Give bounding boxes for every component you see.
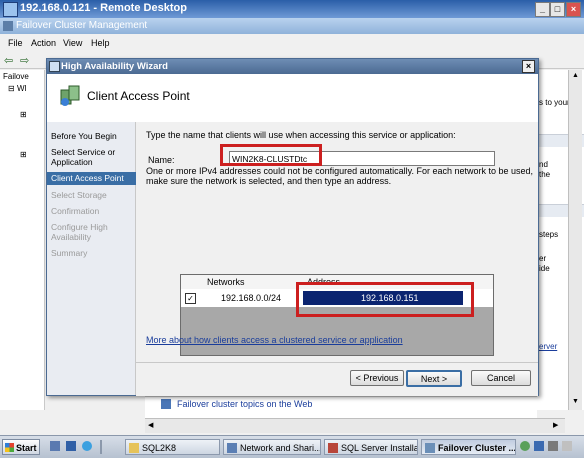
- tree-expand-icon[interactable]: ⊞: [20, 110, 27, 119]
- tray-network-icon[interactable]: [534, 441, 544, 451]
- vertical-scrollbar[interactable]: ▲ ▼: [568, 70, 582, 410]
- tree-root[interactable]: Failove: [3, 72, 29, 81]
- menu-bar: File Action View Help: [0, 36, 584, 50]
- right-pane-text: s to your: [539, 98, 570, 107]
- menu-action[interactable]: Action: [31, 38, 56, 48]
- previous-button[interactable]: < Previous: [350, 370, 404, 386]
- cluster-service-icon: [60, 85, 80, 106]
- menu-view[interactable]: View: [63, 38, 82, 48]
- remote-desktop-title: 192.168.0.121 - Remote Desktop: [20, 2, 187, 14]
- nav-configure-high-availability: Configure High Availability: [51, 222, 108, 242]
- tree-node-label: WI: [16, 84, 27, 93]
- taskbar: Start SQL2K8 Network and Shari... SQL Se…: [0, 435, 584, 458]
- failover-topics-link[interactable]: Failover cluster topics on the Web: [177, 399, 312, 409]
- close-button[interactable]: ×: [566, 2, 581, 17]
- address-highlight: [296, 282, 474, 317]
- folder-icon: [129, 443, 139, 453]
- task-failover-cluster[interactable]: Failover Cluster ...: [421, 439, 516, 455]
- wizard-header: Client Access Point: [47, 74, 538, 123]
- quicklaunch-console-icon[interactable]: [66, 441, 76, 451]
- tray-update-icon[interactable]: [520, 441, 530, 451]
- wizard-footer: < Previous Next > Cancel: [136, 362, 538, 396]
- tray-clock-area[interactable]: [562, 441, 572, 451]
- page-title: Client Access Point: [87, 89, 190, 103]
- tree-root-label: Failove: [3, 72, 29, 81]
- horizontal-scrollbar[interactable]: ◀ ▶: [145, 418, 565, 433]
- wizard-nav: Before You Begin Select Service or Appli…: [47, 122, 137, 395]
- network-checkbox[interactable]: ✓: [185, 293, 196, 304]
- nav-summary: Summary: [51, 248, 88, 258]
- task-sql2k8[interactable]: SQL2K8: [125, 439, 220, 455]
- tree-pane: Failove ⊟ WI ⊞ ⊞: [0, 70, 45, 410]
- remote-desktop-titlebar: 192.168.0.121 - Remote Desktop _ □ ×: [0, 0, 584, 18]
- tree-node[interactable]: ⊟ WI: [8, 84, 27, 93]
- wizard-title: High Availability Wizard: [61, 61, 168, 72]
- wizard-app-icon: [49, 61, 60, 72]
- fcm-app-icon: [3, 21, 13, 31]
- network-icon: [227, 443, 237, 453]
- right-pane-text: ide: [539, 264, 550, 273]
- wizard-close-button[interactable]: ×: [522, 60, 535, 73]
- quicklaunch-browser-icon[interactable]: [82, 441, 92, 451]
- task-label: SQL Server Installa...: [341, 443, 418, 453]
- nav-select-storage: Select Storage: [51, 190, 107, 200]
- menu-file[interactable]: File: [8, 38, 23, 48]
- remote-desktop-icon: [3, 2, 18, 17]
- help-topic-icon: [161, 399, 171, 409]
- right-pane-text: the: [539, 170, 551, 179]
- forward-icon[interactable]: ⇨: [20, 54, 29, 67]
- instruction-text: Type the name that clients will use when…: [146, 130, 456, 140]
- task-label: Network and Shari...: [240, 443, 321, 453]
- high-availability-wizard: High Availability Wizard × Client Access…: [46, 58, 539, 396]
- more-about-link[interactable]: More about how clients access a clustere…: [146, 335, 403, 345]
- quicklaunch-server-icon[interactable]: [50, 441, 60, 451]
- task-label: Failover Cluster ...: [438, 443, 516, 453]
- scroll-left-icon[interactable]: ◀: [148, 421, 153, 429]
- maximize-button[interactable]: □: [550, 2, 565, 17]
- sql-server-icon: [328, 443, 338, 453]
- name-label: Name:: [148, 155, 175, 165]
- menu-help[interactable]: Help: [91, 38, 110, 48]
- task-sql-server-install[interactable]: SQL Server Installa...: [324, 439, 418, 455]
- name-highlight: [220, 144, 322, 166]
- nav-before-you-begin[interactable]: Before You Begin: [51, 131, 135, 141]
- nav-select-service[interactable]: Select Service or Application: [51, 147, 135, 167]
- nav-confirmation: Confirmation: [51, 206, 100, 216]
- nav-client-access-point[interactable]: Client Access Point: [47, 172, 137, 185]
- right-pane-link[interactable]: erver: [539, 342, 557, 351]
- ipv4-note: One or more IPv4 addresses could not be …: [146, 166, 534, 186]
- tree-expand-icon[interactable]: ⊞: [20, 150, 27, 159]
- minimize-button[interactable]: _: [535, 2, 550, 17]
- task-network-sharing[interactable]: Network and Shari...: [223, 439, 321, 455]
- cluster-icon: [425, 443, 435, 453]
- taskbar-divider: [100, 440, 102, 454]
- wizard-titlebar: High Availability Wizard ×: [47, 59, 538, 74]
- wizard-content: Type the name that clients will use when…: [136, 122, 538, 362]
- start-button[interactable]: Start: [2, 439, 40, 455]
- start-label: Start: [16, 443, 37, 453]
- right-pane-text: nd: [539, 160, 548, 169]
- tray-volume-icon[interactable]: [548, 441, 558, 451]
- fcm-title: Failover Cluster Management: [16, 20, 148, 31]
- network-cell: 192.168.0.0/24: [221, 293, 282, 303]
- right-pane-text: er: [539, 254, 547, 263]
- next-button[interactable]: Next >: [406, 370, 462, 387]
- task-label: SQL2K8: [142, 443, 177, 453]
- scroll-down-icon[interactable]: ▼: [572, 398, 579, 405]
- behind-panel: Failover cluster topics on the Web: [145, 396, 537, 419]
- cancel-button[interactable]: Cancel: [471, 370, 531, 386]
- scroll-up-icon[interactable]: ▲: [572, 72, 579, 79]
- back-icon[interactable]: ⇦: [4, 54, 13, 67]
- scroll-right-icon[interactable]: ▶: [553, 421, 558, 429]
- fcm-titlebar: Failover Cluster Management: [0, 18, 584, 34]
- windows-logo-icon: [5, 443, 14, 452]
- right-pane-text: steps: [539, 230, 559, 239]
- grid-header-networks: Networks: [207, 277, 245, 287]
